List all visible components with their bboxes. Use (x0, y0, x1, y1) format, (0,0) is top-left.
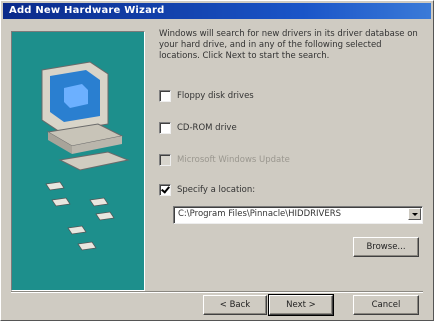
cdrom-checkbox[interactable] (159, 122, 171, 134)
location-value: C:\Program Files\Pinnacle\HIDDRIVERS (178, 209, 342, 219)
divider (11, 291, 423, 293)
intro-text: Windows will search for new drivers in i… (159, 29, 418, 61)
option-cdrom[interactable]: CD-ROM drive (159, 121, 237, 135)
title-bar[interactable]: Add New Hardware Wizard (3, 3, 431, 19)
option-windows-update: Microsoft Windows Update (159, 153, 290, 167)
specify-location-checkbox[interactable] (159, 184, 171, 196)
windows-update-label: Microsoft Windows Update (177, 155, 290, 165)
floppy-checkbox[interactable] (159, 90, 171, 102)
cdrom-label: CD-ROM drive (177, 123, 237, 133)
computer-icon (41, 61, 130, 251)
cancel-button[interactable]: Cancel (353, 295, 419, 315)
location-combobox[interactable]: C:\Program Files\Pinnacle\HIDDRIVERS (173, 206, 423, 224)
option-floppy[interactable]: Floppy disk drives (159, 89, 254, 103)
next-button[interactable]: Next > (268, 294, 334, 316)
chevron-down-icon[interactable] (408, 208, 421, 220)
browse-button[interactable]: Browse... (353, 237, 419, 257)
specify-location-label: Specify a location: (177, 185, 256, 195)
windows-update-checkbox (159, 154, 171, 166)
floppy-label: Floppy disk drives (177, 91, 254, 101)
option-specify-location[interactable]: Specify a location: (159, 183, 255, 197)
back-button[interactable]: < Back (203, 295, 267, 315)
wizard-graphic (11, 31, 145, 291)
wizard-window: Add New Hardware Wizard Windows will sea… (0, 0, 434, 321)
window-title: Add New Hardware Wizard (9, 5, 165, 16)
